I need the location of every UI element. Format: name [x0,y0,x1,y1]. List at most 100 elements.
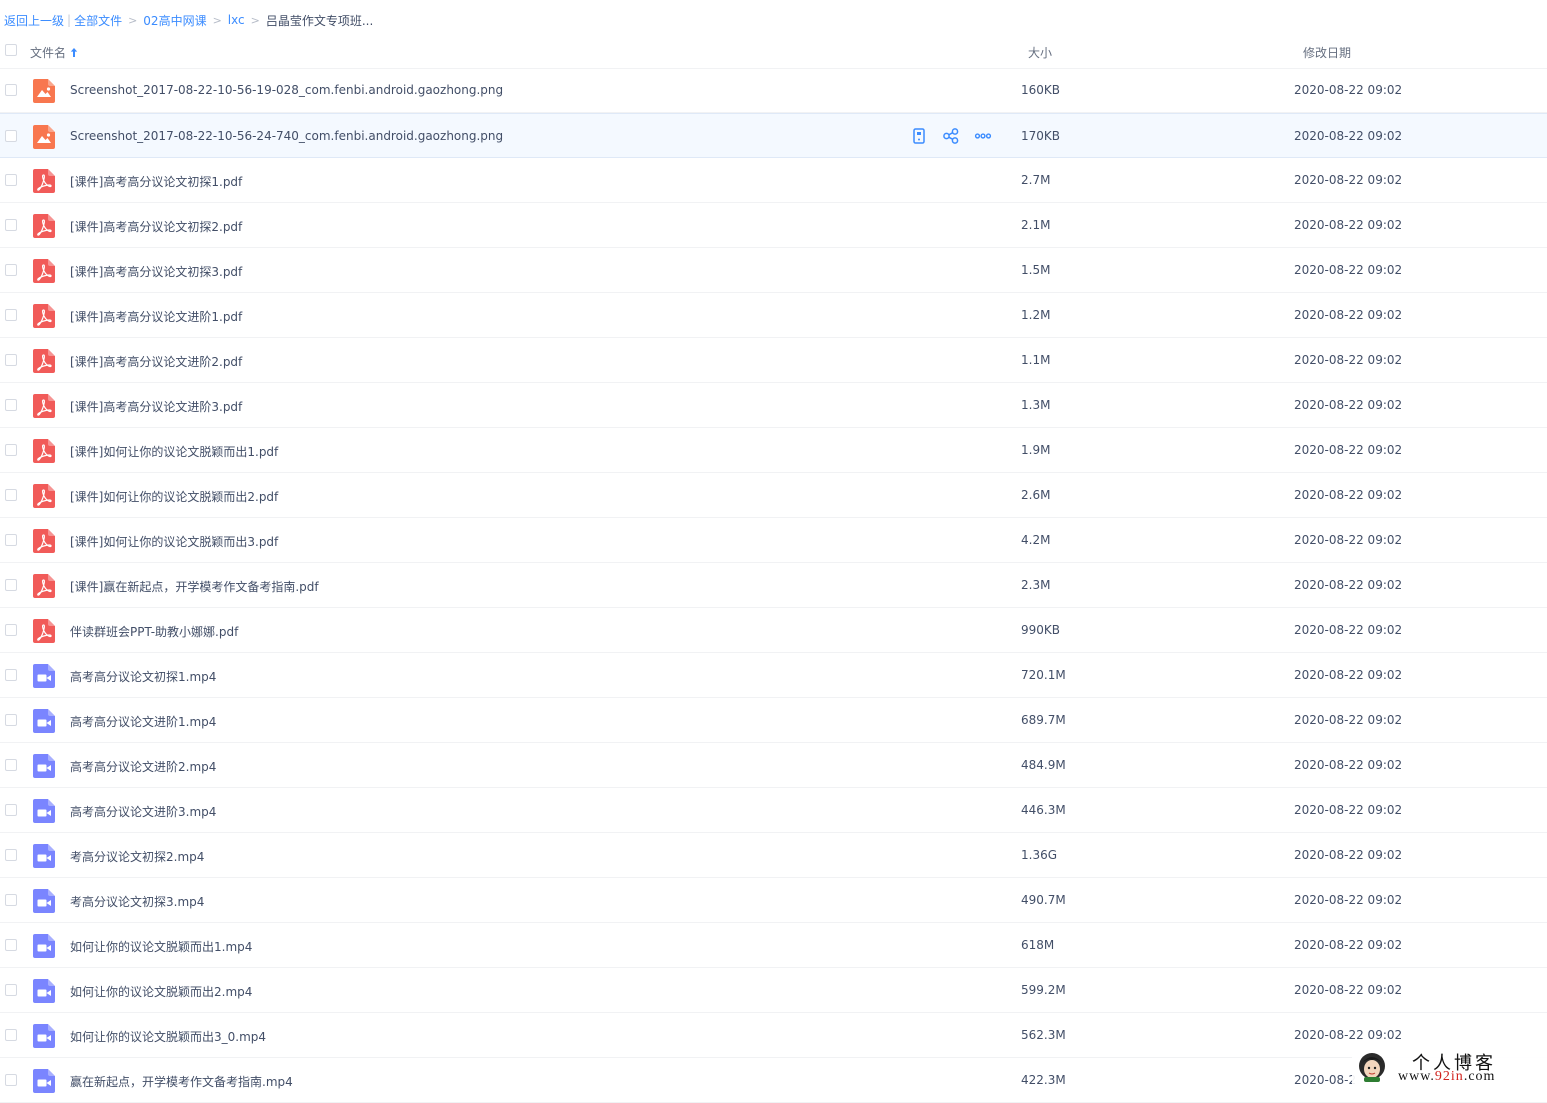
file-date: 2020-08-22 09:02 [1294,668,1403,682]
row-checkbox[interactable] [5,714,17,726]
device-icon[interactable] [910,127,928,145]
sort-ascending-icon [70,48,78,57]
file-name-link[interactable]: [课件]如何让你的议论文脱颖而出1.pdf [70,443,278,460]
row-checkbox[interactable] [5,264,17,276]
file-row[interactable]: 如何让你的议论文脱颖而出3_0.mp4 562.3M 2020-08-22 09:0… [0,1013,1547,1058]
pdf-file-icon [33,259,55,283]
share-icon[interactable] [942,127,960,145]
file-row[interactable]: 高考高分议论文初探1.mp4 720.1M 2020-08-22 09:02 [0,653,1547,698]
video-file-icon [33,799,55,823]
file-name-link[interactable]: [课件]如何让你的议论文脱颖而出2.pdf [70,488,278,505]
file-name-link[interactable]: 伴读群班会PPT-助教小娜娜.pdf [70,623,238,640]
file-row[interactable]: [课件]高考高分议论文初探3.pdf 1.5M 2020-08-22 09:02 [0,248,1547,293]
file-name-link[interactable]: [课件]高考高分议论文进阶2.pdf [70,353,242,370]
file-row[interactable]: 高考高分议论文进阶3.mp4 446.3M 2020-08-22 09:02 [0,788,1547,833]
file-row[interactable]: [课件]高考高分议论文初探1.pdf 2.7M 2020-08-22 09:02 [0,158,1547,203]
file-name-link[interactable]: [课件]高考高分议论文进阶1.pdf [70,308,242,325]
file-row[interactable]: [课件]高考高分议论文进阶1.pdf 1.2M 2020-08-22 09:02 [0,293,1547,338]
file-row[interactable]: [课件]赢在新起点，开学模考作文备考指南.pdf 2.3M 2020-08-22 0… [0,563,1547,608]
all-files-link[interactable]: 全部文件 [74,12,122,29]
file-name-link[interactable]: 高考高分议论文进阶3.mp4 [70,803,216,820]
file-name-link[interactable]: [课件]赢在新起点，开学模考作文备考指南.pdf [70,578,319,595]
row-checkbox[interactable] [5,309,17,321]
file-row[interactable]: 考高分议论文初探2.mp4 1.36G 2020-08-22 09:02 [0,833,1547,878]
row-checkbox[interactable] [5,444,17,456]
pdf-file-icon [33,484,55,508]
file-size: 1.36G [1021,848,1058,862]
file-row[interactable]: 考高分议论文初探3.mp4 490.7M 2020-08-22 09:02 [0,878,1547,923]
file-row[interactable]: 伴读群班会PPT-助教小娜娜.pdf 990KB 2020-08-22 09:02 [0,608,1547,653]
row-checkbox[interactable] [5,174,17,186]
file-row[interactable]: 如何让你的议论文脱颖而出2.mp4 599.2M 2020-08-22 09:02 [0,968,1547,1013]
file-name-link[interactable]: 考高分议论文初探2.mp4 [70,848,204,865]
file-size: 4.2M [1021,533,1051,547]
back-link[interactable]: 返回上一级 [4,12,64,29]
file-name-link[interactable]: [课件]如何让你的议论文脱颖而出3.pdf [70,533,278,550]
file-name-link[interactable]: [课件]高考高分议论文初探1.pdf [70,173,242,190]
file-name-link[interactable]: 考高分议论文初探3.mp4 [70,893,204,910]
row-checkbox[interactable] [5,804,17,816]
file-name-link[interactable]: 如何让你的议论文脱颖而出2.mp4 [70,983,252,1000]
file-row[interactable]: 赢在新起点，开学模考作文备考指南.mp4 422.3M 2020-08-2 [0,1058,1547,1103]
row-checkbox[interactable] [5,130,17,142]
row-checkbox[interactable] [5,1029,17,1041]
file-row[interactable]: Screenshot_2017-08-22-10-56-19-028_com.f… [0,68,1547,113]
file-row[interactable]: 如何让你的议论文脱颖而出1.mp4 618M 2020-08-22 09:02 [0,923,1547,968]
file-row[interactable]: [课件]高考高分议论文进阶3.pdf 1.3M 2020-08-22 09:02 [0,383,1547,428]
sort-by-name-header[interactable]: 文件名 [30,44,78,61]
file-row[interactable]: [课件]高考高分议论文进阶2.pdf 1.1M 2020-08-22 09:02 [0,338,1547,383]
file-row[interactable]: Screenshot_2017-08-22-10-56-24-740_com.f… [0,113,1547,158]
breadcrumb-separator: > [250,13,260,27]
row-checkbox[interactable] [5,984,17,996]
row-checkbox[interactable] [5,669,17,681]
row-checkbox[interactable] [5,579,17,591]
file-name-link[interactable]: 赢在新起点，开学模考作文备考指南.mp4 [70,1073,293,1090]
file-size: 1.9M [1021,443,1051,457]
file-row[interactable]: 高考高分议论文进阶1.mp4 689.7M 2020-08-22 09:02 [0,698,1547,743]
date-column-header[interactable]: 修改日期 [1303,44,1351,61]
row-checkbox[interactable] [5,354,17,366]
breadcrumb-folder-link[interactable]: 02高中网课 [143,12,206,29]
more-icon[interactable] [974,127,992,145]
video-file-icon [33,754,55,778]
file-size: 160KB [1021,83,1061,97]
pdf-file-icon [33,394,55,418]
file-size: 618M [1021,938,1055,952]
row-checkbox[interactable] [5,489,17,501]
file-name-link[interactable]: 如何让你的议论文脱颖而出3_0.mp4 [70,1028,266,1045]
breadcrumb-folder-link[interactable]: lxc [228,13,245,27]
file-name-link[interactable]: Screenshot_2017-08-22-10-56-19-028_com.f… [70,83,503,97]
file-row[interactable]: [课件]如何让你的议论文脱颖而出1.pdf 1.9M 2020-08-22 09:0… [0,428,1547,473]
row-checkbox[interactable] [5,84,17,96]
file-row[interactable]: [课件]如何让你的议论文脱颖而出3.pdf 4.2M 2020-08-22 09:0… [0,518,1547,563]
file-row[interactable]: [课件]高考高分议论文初探2.pdf 2.1M 2020-08-22 09:02 [0,203,1547,248]
row-checkbox[interactable] [5,219,17,231]
row-checkbox[interactable] [5,1074,17,1086]
select-all-checkbox[interactable] [5,44,17,56]
file-name-link[interactable]: 如何让你的议论文脱颖而出1.mp4 [70,938,252,955]
row-checkbox[interactable] [5,939,17,951]
file-size: 689.7M [1021,713,1066,727]
file-name-link[interactable]: [课件]高考高分议论文进阶3.pdf [70,398,242,415]
row-checkbox[interactable] [5,399,17,411]
file-name-link[interactable]: Screenshot_2017-08-22-10-56-24-740_com.f… [70,129,503,143]
avatar-logo-icon [1359,1053,1385,1082]
file-date: 2020-08-22 09:02 [1294,983,1403,997]
row-checkbox[interactable] [5,849,17,861]
file-row[interactable]: 高考高分议论文进阶2.mp4 484.9M 2020-08-22 09:02 [0,743,1547,788]
file-name-link[interactable]: [课件]高考高分议论文初探3.pdf [70,263,242,280]
row-checkbox[interactable] [5,624,17,636]
file-date: 2020-08-22 09:02 [1294,713,1403,727]
file-name-link[interactable]: [课件]高考高分议论文初探2.pdf [70,218,242,235]
file-size: 170KB [1021,129,1061,143]
file-name-link[interactable]: 高考高分议论文初探1.mp4 [70,668,216,685]
row-checkbox[interactable] [5,759,17,771]
size-column-header[interactable]: 大小 [1028,44,1052,61]
row-checkbox[interactable] [5,534,17,546]
row-checkbox[interactable] [5,894,17,906]
watermark-url: www.92in.com [1398,1069,1496,1084]
file-name-link[interactable]: 高考高分议论文进阶1.mp4 [70,713,216,730]
file-row[interactable]: [课件]如何让你的议论文脱颖而出2.pdf 2.6M 2020-08-22 09:0… [0,473,1547,518]
video-file-icon [33,664,55,688]
file-name-link[interactable]: 高考高分议论文进阶2.mp4 [70,758,216,775]
